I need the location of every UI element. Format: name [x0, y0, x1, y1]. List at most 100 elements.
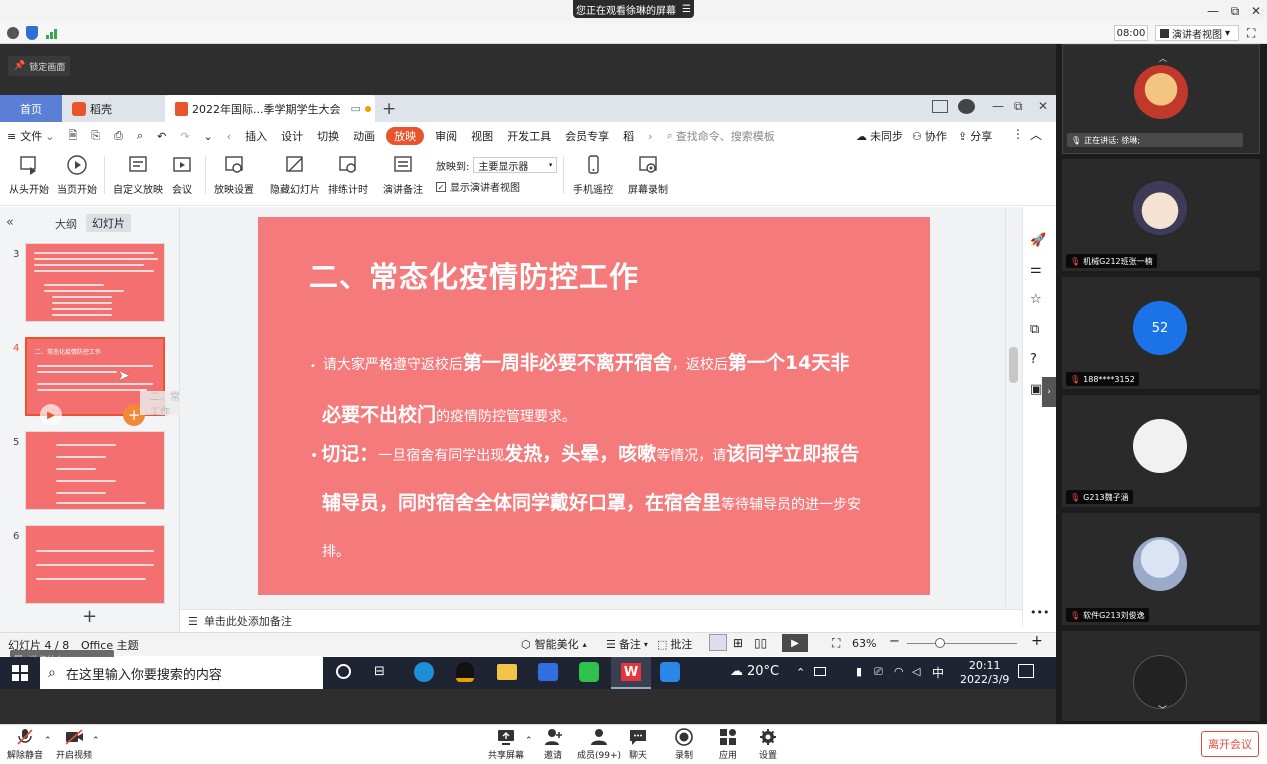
menu-design[interactable]: 设计 [274, 122, 310, 150]
audio-options-icon[interactable]: ⌃ [44, 736, 52, 746]
weather-widget[interactable]: ☁ 20°C [730, 664, 779, 679]
start-video-button[interactable]: 开启视频 [56, 728, 92, 761]
tab-docer[interactable]: 稻壳 [62, 95, 165, 122]
user-avatar[interactable] [958, 99, 975, 114]
slide-thumbnail-5[interactable] [25, 431, 165, 510]
tab-outline[interactable]: 大纲 [55, 216, 77, 232]
more-icon[interactable]: ⋮ [1012, 127, 1024, 141]
video-tile-1[interactable]: 🎙 机械G212班张一楠 [1062, 159, 1260, 271]
more-dots-icon[interactable]: ••• [1030, 606, 1049, 619]
redo-icon[interactable]: ↷ [173, 122, 196, 150]
menu-view[interactable]: 视图 [464, 122, 500, 150]
add-slide-button[interactable]: + [82, 606, 97, 627]
zoom-slider[interactable] [907, 643, 1017, 644]
star-icon[interactable]: ☆ [1030, 292, 1042, 307]
notes-toggle[interactable]: ☰ 备注 ▾ [606, 636, 648, 652]
panel-expand-icon[interactable]: › [1042, 377, 1056, 407]
ime-indicator[interactable]: 中 [932, 664, 944, 681]
menu-insert[interactable]: 插入 [238, 122, 274, 150]
share-options-icon[interactable]: ⌃ [525, 736, 533, 746]
wps-minimize-icon[interactable]: — [992, 99, 1004, 113]
adjust-icon[interactable]: ⚌ [1030, 262, 1042, 277]
video-options-icon[interactable]: ⌃ [92, 736, 100, 746]
presenter-view-checkbox[interactable]: ✓ 显示演讲者视图 [436, 179, 520, 194]
file-menu[interactable]: ≡ 文件 ⌄ [0, 122, 61, 150]
taskbar-search-input[interactable]: ⌕ 在这里输入你要搜索的内容 [40, 657, 323, 689]
share-screen-button[interactable]: 共享屏幕 [488, 728, 524, 761]
custom-show-button[interactable]: 自定义放映 [113, 154, 163, 196]
reading-view-icon[interactable]: ▯▯ [754, 636, 767, 650]
windows-start-icon[interactable] [12, 665, 28, 681]
image-icon[interactable]: ▣ [1030, 382, 1042, 397]
phone-remote-button[interactable]: 手机遥控 [573, 154, 613, 196]
unmute-button[interactable]: 解除静音 [7, 728, 43, 761]
menu-member[interactable]: 会员专享 [558, 122, 616, 150]
undo-icon[interactable]: ↶ [150, 122, 173, 150]
scrollbar-thumb[interactable] [1009, 347, 1018, 383]
more-tools-icon[interactable]: ⌄ [197, 122, 220, 150]
tray-expand-icon[interactable]: ⌃ [796, 666, 805, 679]
collapse-panel-icon[interactable]: « [6, 215, 14, 230]
show-to-select[interactable]: 主要显示器 ▾ [473, 157, 558, 173]
members-button[interactable]: 成员(99+) [577, 728, 621, 761]
meeting-app-icon[interactable] [660, 662, 680, 682]
tab-slides[interactable]: 幻灯片 [86, 214, 131, 232]
menu-docer[interactable]: 稻 [616, 122, 641, 150]
play-slideshow-button[interactable]: ▶ [782, 634, 808, 652]
minimize-icon[interactable]: — [1203, 3, 1223, 19]
show-settings-button[interactable]: 放映设置 [214, 154, 254, 196]
info-icon[interactable] [7, 27, 19, 39]
preview-icon[interactable]: ⌕ [130, 122, 150, 150]
screen-record-button[interactable]: 屏幕录制 [628, 154, 668, 196]
new-tab-button[interactable]: + [382, 99, 396, 119]
chevron-up-icon[interactable]: ︿ [1159, 53, 1167, 64]
wifi-icon[interactable]: ◠ [894, 665, 904, 678]
banner-menu-icon[interactable]: ☰ [682, 4, 691, 15]
chevron-down-icon[interactable]: ﹀ [1158, 703, 1167, 716]
current-slide[interactable]: 二、常态化疫情防控工作 • 请大家严格遵守返校后第一周非必要不离开宿舍，返校后第一… [258, 217, 930, 595]
clock[interactable]: 20:11 2022/3/9 [960, 659, 1009, 687]
wps-restore-icon[interactable]: ⧉ [1014, 99, 1023, 114]
zoom-out-icon[interactable]: − [889, 634, 900, 649]
normal-view-icon[interactable] [709, 634, 727, 651]
vertical-scrollbar[interactable] [1005, 207, 1022, 607]
hide-slide-button[interactable]: 隐藏幻灯片 [270, 154, 320, 196]
video-tile-3[interactable]: 🎙 G213魏子涵 [1062, 395, 1260, 507]
meeting-button[interactable]: 会议 [171, 154, 193, 196]
slide-thumbnail-3[interactable] [25, 243, 165, 322]
video-tile-2[interactable]: 52 🎙 188****3152 [1062, 277, 1260, 389]
signal-icon[interactable] [45, 26, 59, 40]
rocket-icon[interactable]: 🚀 [1030, 233, 1046, 248]
shield-icon[interactable] [26, 26, 38, 40]
sidebar-toggle-icon[interactable] [932, 100, 948, 113]
play-slide-icon[interactable]: ▶ [40, 404, 62, 426]
sharing-banner[interactable]: 您正在观看徐琳的屏幕 ☰ [573, 0, 694, 18]
menu-scroll-left-icon[interactable]: ‹ [220, 122, 238, 150]
from-start-button[interactable]: 从头开始 [9, 154, 49, 196]
collaborate-button[interactable]: ⚇ 协作 [912, 128, 947, 144]
zoom-in-icon[interactable]: + [1031, 633, 1043, 649]
edge-icon[interactable] [414, 662, 434, 682]
tab-close-icon[interactable]: ▭ [350, 102, 360, 115]
chat-button[interactable]: 聊天 [628, 728, 648, 761]
menu-scroll-right-icon[interactable]: › [641, 122, 659, 150]
copy-icon[interactable]: ⧉ [1030, 322, 1039, 337]
smart-beautify-button[interactable]: ⬡ 智能美化 ▴ [521, 636, 587, 652]
restore-icon[interactable]: ⧉ [1225, 3, 1245, 19]
video-tile-4[interactable]: 🎙 软件G213刘俊逸 [1062, 513, 1260, 625]
export-icon[interactable]: ⎘ [84, 122, 107, 150]
notes-bar[interactable]: ☰ 单击此处添加备注 [180, 609, 1022, 632]
comment-button[interactable]: ⬚ 批注 [657, 636, 692, 652]
tab-document[interactable]: 2022年国际...季学期学生大会 ▭ [165, 95, 375, 122]
notification-icon[interactable] [1018, 664, 1034, 678]
presenter-view-dropdown[interactable]: 演讲者视图 ▾ [1155, 25, 1239, 41]
menu-transition[interactable]: 切换 [310, 122, 346, 150]
save-icon[interactable]: 🗎 [61, 122, 84, 150]
wps-taskbar-item[interactable]: W [611, 657, 651, 689]
zoom-level[interactable]: 63% [852, 637, 876, 650]
tab-home[interactable]: 首页 [0, 95, 62, 122]
leave-meeting-button[interactable]: 离开会议 [1201, 731, 1259, 757]
menu-animation[interactable]: 动画 [346, 122, 382, 150]
command-search[interactable]: ⌕ 查找命令、搜索模板 [660, 122, 782, 150]
menu-developer[interactable]: 开发工具 [500, 122, 558, 150]
